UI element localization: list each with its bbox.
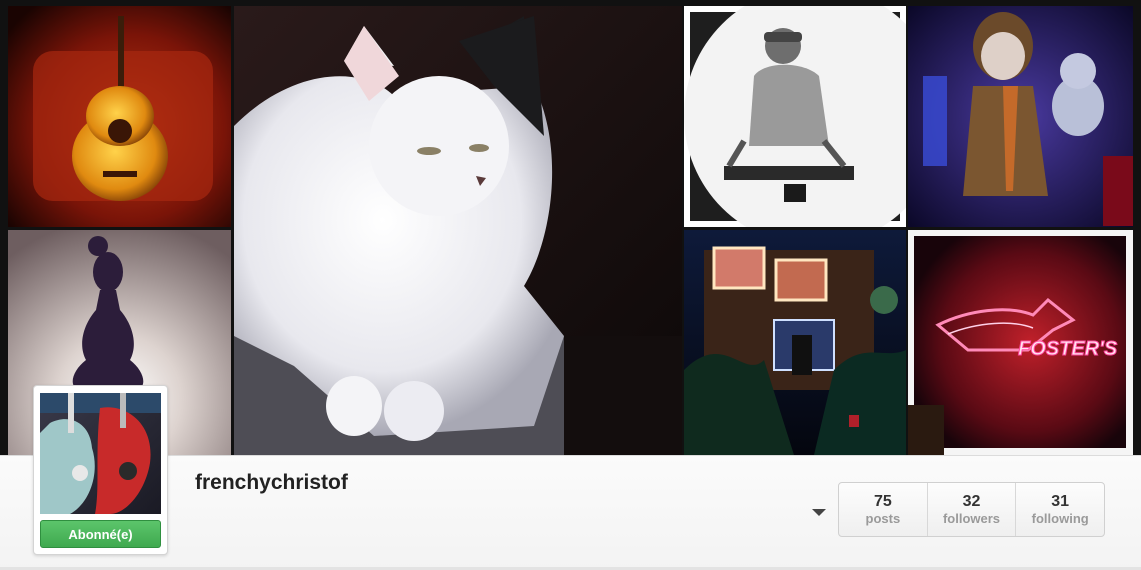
photo-cat[interactable] (234, 6, 682, 455)
profile-stats: 75 posts 32 followers 31 following (838, 482, 1105, 537)
photo-christmas-house[interactable] (684, 230, 906, 455)
stat-posts[interactable]: 75 posts (839, 483, 927, 536)
stat-followers[interactable]: 32 followers (926, 483, 1016, 536)
profile-avatar-card: Abonné(e) (33, 385, 168, 555)
photo-dj-plate[interactable] (684, 6, 906, 227)
stat-posts-label: posts (865, 511, 901, 526)
photo-puppet[interactable] (908, 6, 1133, 227)
stat-following-count: 31 (1051, 493, 1070, 510)
stat-posts-count: 75 (873, 493, 892, 510)
profile-username: frenchychristof (195, 471, 348, 494)
stat-following[interactable]: 31 following (1015, 483, 1104, 536)
follow-button[interactable]: Abonné(e) (40, 520, 161, 548)
neon-sign-text: FOSTER'S (1018, 338, 1118, 360)
caret-down-icon[interactable] (810, 505, 828, 519)
avatar[interactable] (40, 393, 161, 514)
photo-neon-sign[interactable]: FOSTER'S (908, 230, 1133, 455)
photo-grid: FOSTER'S (0, 0, 1141, 455)
stat-followers-label: followers (942, 511, 1001, 526)
stat-following-label: following (1031, 511, 1089, 526)
stat-followers-count: 32 (962, 493, 981, 510)
photo-guitar[interactable] (8, 6, 231, 227)
